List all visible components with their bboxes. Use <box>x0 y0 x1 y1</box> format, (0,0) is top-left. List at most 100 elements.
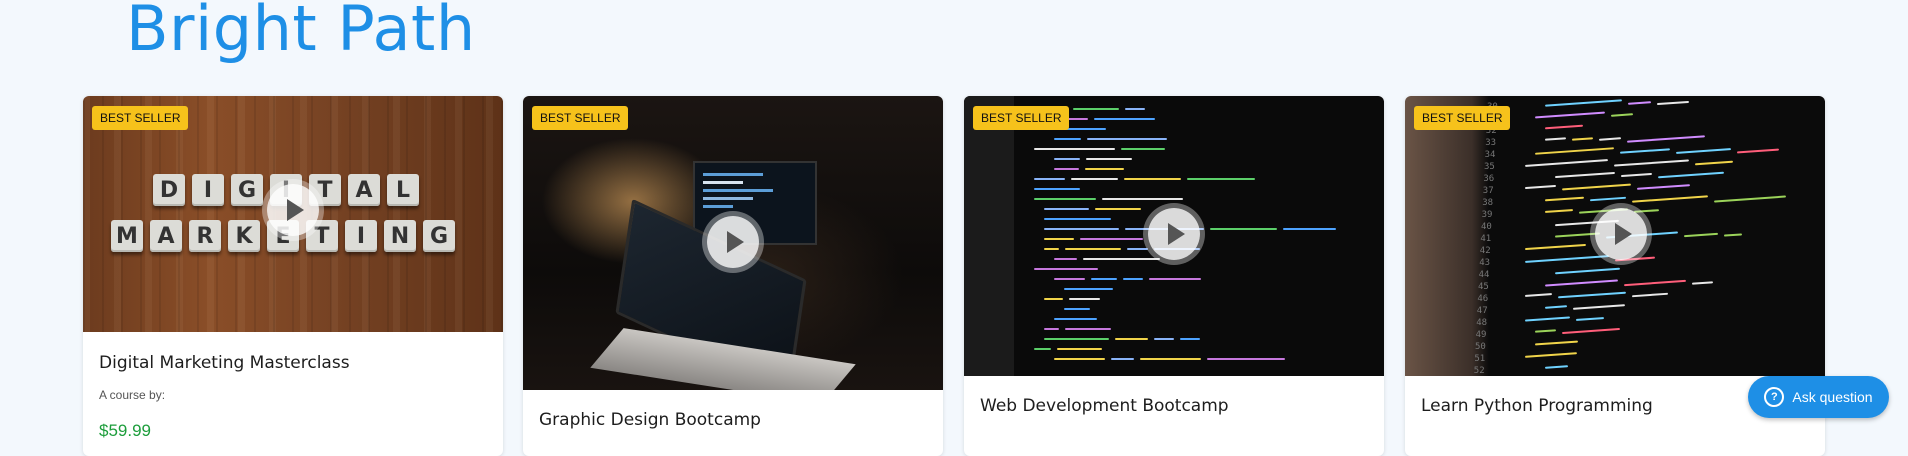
line-number: 33 <box>1485 138 1497 148</box>
course-card-web-development[interactable]: BEST SELLER Web Development Bootcamp <box>964 96 1384 456</box>
code-line <box>1034 268 1098 270</box>
code-line <box>1086 158 1132 160</box>
code-line <box>1054 358 1105 360</box>
letter-tile: G <box>423 220 455 252</box>
code-line <box>1544 196 1585 202</box>
letter-tile: L <box>387 174 419 206</box>
code-line <box>1054 158 1080 160</box>
code-line <box>1554 232 1601 238</box>
course-byline: A course by: <box>99 388 166 402</box>
code-line <box>1087 138 1167 140</box>
code-line <box>1127 248 1148 250</box>
letter-tile: A <box>348 174 380 206</box>
course-thumbnail[interactable]: BEST SELLER <box>523 96 943 390</box>
line-number: 45 <box>1478 282 1489 292</box>
letter-tile: M <box>111 220 143 252</box>
line-number: 43 <box>1479 258 1491 268</box>
code-line <box>1125 108 1145 110</box>
code-line <box>1614 159 1689 167</box>
course-thumbnail[interactable]: BEST SELLER <box>964 96 1384 376</box>
code-line <box>1610 113 1634 117</box>
code-line <box>1069 298 1100 300</box>
play-icon[interactable] <box>1595 208 1647 260</box>
course-price: $59.99 <box>99 421 151 440</box>
code-line <box>1083 258 1160 260</box>
code-line <box>1124 178 1181 180</box>
code-line <box>1572 304 1626 310</box>
code-line <box>1073 108 1119 110</box>
line-number: 51 <box>1474 354 1486 364</box>
code-line <box>1034 148 1115 150</box>
ask-question-button[interactable]: ? Ask question <box>1748 376 1889 418</box>
course-title[interactable]: Digital Marketing Masterclass <box>99 353 350 373</box>
code-line <box>1544 124 1584 130</box>
code-line <box>1691 281 1714 285</box>
best-seller-badge: BEST SELLER <box>973 106 1070 130</box>
code-line <box>1525 255 1609 263</box>
code-line <box>1095 208 1141 210</box>
code-line <box>1632 195 1708 203</box>
play-icon[interactable] <box>707 216 759 268</box>
code-line <box>1524 293 1553 297</box>
code-line <box>1589 196 1627 202</box>
brand-logo[interactable]: Bright Path <box>126 0 476 65</box>
course-title[interactable]: Web Development Bootcamp <box>980 396 1229 416</box>
code-line <box>1115 338 1148 340</box>
code-line <box>1535 147 1614 155</box>
code-line <box>1683 232 1719 238</box>
code-line <box>1694 160 1734 166</box>
code-line <box>1525 159 1608 167</box>
code-line <box>1094 118 1155 120</box>
code-line <box>1054 278 1085 280</box>
code-line <box>1619 148 1671 154</box>
code-line <box>1656 100 1690 106</box>
course-thumbnail[interactable]: BEST SELLER 3031323334353637383940414243… <box>1405 96 1825 376</box>
code-line <box>1524 316 1571 322</box>
course-title[interactable]: Learn Python Programming <box>1421 396 1653 416</box>
code-line <box>1544 305 1568 309</box>
line-number: 49 <box>1475 330 1487 340</box>
play-icon[interactable] <box>267 184 319 236</box>
line-number: 41 <box>1480 234 1492 244</box>
code-line <box>1149 278 1201 280</box>
code-line <box>1044 298 1063 300</box>
code-line <box>1562 183 1631 191</box>
code-line <box>1044 218 1111 220</box>
code-line <box>1044 228 1119 230</box>
letter-tile: R <box>189 220 221 252</box>
code-line <box>1558 291 1626 299</box>
code-line <box>1123 278 1143 280</box>
code-line <box>1535 111 1605 119</box>
code-line <box>1544 365 1569 369</box>
line-number: 50 <box>1475 342 1486 352</box>
code-line <box>1544 137 1567 141</box>
line-number: 36 <box>1483 174 1495 184</box>
code-line <box>1620 172 1653 178</box>
code-line <box>1044 338 1109 340</box>
line-number: 46 <box>1477 294 1489 304</box>
line-number: 34 <box>1484 150 1496 160</box>
play-icon[interactable] <box>1148 208 1200 260</box>
code-line <box>1736 148 1780 154</box>
course-card-digital-marketing[interactable]: BEST SELLER DIGITAL MARKETING Digital Ma… <box>83 96 503 456</box>
question-circle-icon: ? <box>1764 387 1785 407</box>
code-line <box>1057 348 1102 350</box>
course-card-graphic-design[interactable]: BEST SELLER Graphic Design Bootcamp <box>523 96 943 456</box>
code-line <box>1524 352 1578 358</box>
course-thumbnail[interactable]: BEST SELLER DIGITAL MARKETING <box>83 96 503 332</box>
code-line <box>1054 168 1079 170</box>
code-line <box>1064 308 1090 310</box>
letter-tile: K <box>228 220 260 252</box>
code-line <box>1571 137 1594 141</box>
code-line <box>1524 184 1557 190</box>
letter-tile: D <box>153 174 185 206</box>
code-line <box>1044 328 1059 330</box>
code-line <box>1091 278 1117 280</box>
code-line <box>1658 171 1724 179</box>
letter-tile: I <box>192 174 224 206</box>
code-line <box>1064 288 1113 290</box>
code-line <box>1555 267 1620 275</box>
course-title[interactable]: Graphic Design Bootcamp <box>539 410 761 430</box>
line-number: 44 <box>1478 270 1490 280</box>
code-line <box>1545 279 1618 287</box>
